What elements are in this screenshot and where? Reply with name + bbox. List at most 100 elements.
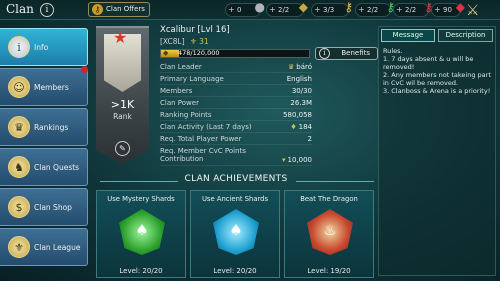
stat-value: 580,058 <box>283 111 312 119</box>
resource-value: 2/2 <box>278 6 290 14</box>
nav-item-members[interactable]: ☺ Members <box>0 68 88 106</box>
clan-rules-text: Rules. 1. 7 days absent & u will be remo… <box>383 47 491 95</box>
stat-value: 184 <box>298 123 312 131</box>
stat-clan-leader: Clan Leader ♛ báró <box>160 62 312 73</box>
stat-label: Req. Member CvC Points Contribution <box>160 147 246 163</box>
quests-icon: ♞ <box>8 156 30 178</box>
stat-members: Members 30/30 <box>160 86 312 97</box>
stat-value: 2 <box>307 135 312 143</box>
league-icon: ⚜ <box>8 236 30 258</box>
resource-gems[interactable]: + 90 ◆ <box>431 1 465 17</box>
achievement-title: Beat The Dragon <box>300 195 358 203</box>
resource-plus: + <box>269 5 276 14</box>
benefits-button[interactable]: i Benefits <box>315 47 378 60</box>
nav-item-label: Clan Shop <box>34 203 72 212</box>
clan-tag-badge: ⚜ 31 <box>190 37 209 46</box>
resource-key[interactable]: + 3/3 ⚷ <box>311 1 353 17</box>
nav-item-label: Members <box>34 83 69 92</box>
nav-item-label: Rankings <box>34 123 69 132</box>
activity-icon: ♦ <box>290 123 297 131</box>
resource-value: 2/2 <box>367 6 379 14</box>
dragon-glyph-icon: ♨ <box>323 221 337 239</box>
clan-info-icon[interactable]: i <box>40 3 54 17</box>
trophy-icon: ♛ <box>8 116 30 138</box>
achievements-header: CLAN ACHIEVEMENTS <box>184 174 288 184</box>
stat-primary-language: Primary Language English <box>160 74 312 85</box>
achievement-level: Level: 20/20 <box>119 267 163 275</box>
stat-label: Clan Activity (Last 7 days) <box>160 123 252 131</box>
resource-plus: + <box>358 5 365 14</box>
stat-value: English <box>286 75 312 83</box>
nav-item-info[interactable]: i Info <box>0 28 88 66</box>
gem-icon: ◆ <box>455 0 465 14</box>
resource-green-key[interactable]: + 2/2 ⚷ <box>355 1 395 17</box>
crown-icon: ♛ <box>287 63 295 71</box>
clan-tag: [XC8L] <box>160 37 185 46</box>
achievement-card[interactable]: Use Mystery Shards ♠ Level: 20/20 <box>96 190 186 278</box>
resource-value: 0 <box>237 6 242 14</box>
achievement-level: Level: 20/20 <box>213 267 257 275</box>
rank-label: Rank <box>113 112 132 121</box>
silver-coin-icon: ● <box>254 0 265 14</box>
resource-value: 2/2 <box>405 6 417 14</box>
nav-item-label: Info <box>34 43 49 52</box>
menu-sword-icon[interactable]: ⚔ <box>466 1 498 19</box>
resource-plus: + <box>434 5 441 14</box>
rank-value: >1K <box>110 98 135 111</box>
clan-offers-button[interactable]: ⚷ Clan Offers <box>88 2 150 17</box>
achievement-title: Use Mystery Shards <box>107 195 175 203</box>
achievement-level: Level: 19/20 <box>307 267 351 275</box>
nav-item-clan-quests[interactable]: ♞ Clan Quests <box>0 148 88 186</box>
laurel-icon: ⚜ <box>190 37 200 46</box>
stat-value: 10,000 <box>287 156 313 164</box>
nav-item-clan-shop[interactable]: $ Clan Shop <box>0 188 88 226</box>
tab-message[interactable]: Message <box>381 29 435 42</box>
edit-banner-icon[interactable]: ✎ <box>115 141 130 156</box>
tab-description[interactable]: Description <box>438 29 493 42</box>
resource-silver[interactable]: + 0 ● <box>225 1 265 17</box>
stat-label: Members <box>160 87 193 95</box>
cvc-icon: ▾ <box>281 156 286 164</box>
resource-value: 3/3 <box>323 6 335 14</box>
stat-clan-power: Clan Power 26.3M <box>160 98 312 109</box>
stat-ranking-points: Ranking Points 580,058 <box>160 110 312 121</box>
nav-item-clan-league[interactable]: ⚜ Clan League <box>0 228 88 266</box>
page-title: Clan <box>6 2 34 16</box>
offers-key-icon: ⚷ <box>92 4 103 15</box>
clan-name: Xcalibur [Lvl 16] <box>160 25 230 35</box>
nav-item-label: Clan League <box>34 243 81 252</box>
achievement-card[interactable]: Beat The Dragon ♨ Level: 19/20 <box>284 190 374 278</box>
stat-req-power: Req. Total Player Power 2 <box>160 134 312 145</box>
clan-tag-value: 31 <box>199 37 209 46</box>
resource-plus: + <box>314 5 321 14</box>
nav-item-label: Clan Quests <box>34 163 80 172</box>
achievement-title: Use Ancient Shards <box>201 195 269 203</box>
resource-arena-token[interactable]: + 2/2 ◆ <box>266 1 308 17</box>
stat-label: Primary Language <box>160 75 224 83</box>
benefits-info-icon: i <box>319 48 330 59</box>
clan-offers-label: Clan Offers <box>106 5 145 13</box>
info-icon: i <box>8 36 30 58</box>
stat-value: 30/30 <box>291 87 312 95</box>
achievement-card[interactable]: Use Ancient Shards ♠ Level: 20/20 <box>190 190 280 278</box>
benefits-label: Benefits <box>341 49 370 57</box>
arena-token-icon: ◆ <box>298 0 308 14</box>
resource-plus: + <box>396 5 403 14</box>
resource-value: 90 <box>443 6 452 14</box>
resource-plus: + <box>228 5 235 14</box>
stat-label: Clan Leader <box>160 63 202 71</box>
stat-label: Ranking Points <box>160 111 212 119</box>
star-emblem-icon: ★ <box>113 28 128 47</box>
message-panel: Message Description Rules. 1. 7 days abs… <box>378 26 496 276</box>
members-icon: ☺ <box>8 76 30 98</box>
stat-value: 26.3M <box>290 99 312 107</box>
stat-value: báró <box>296 63 312 71</box>
xp-level-icon: ◆ <box>163 49 169 57</box>
stat-label: Clan Power <box>160 99 199 107</box>
shard-glyph-icon: ♠ <box>229 221 243 239</box>
shard-glyph-icon: ♠ <box>135 221 149 239</box>
key-icon: ⚷ <box>344 0 353 14</box>
stat-label: Req. Total Player Power <box>160 135 242 143</box>
nav-item-rankings[interactable]: ♛ Rankings <box>0 108 88 146</box>
resource-red-key[interactable]: + 2/2 ⚷ <box>393 1 433 17</box>
